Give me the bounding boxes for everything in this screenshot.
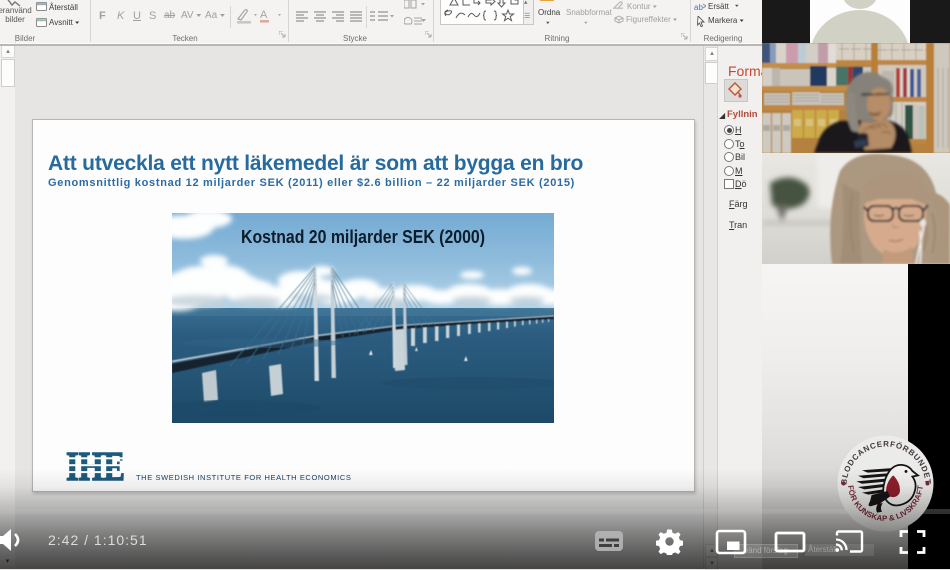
svg-text:ab: ab: [694, 3, 703, 12]
svg-text:Kostnad 20 miljarder SEK (2000: Kostnad 20 miljarder SEK (2000): [241, 227, 485, 247]
svg-text:A: A: [260, 9, 268, 21]
